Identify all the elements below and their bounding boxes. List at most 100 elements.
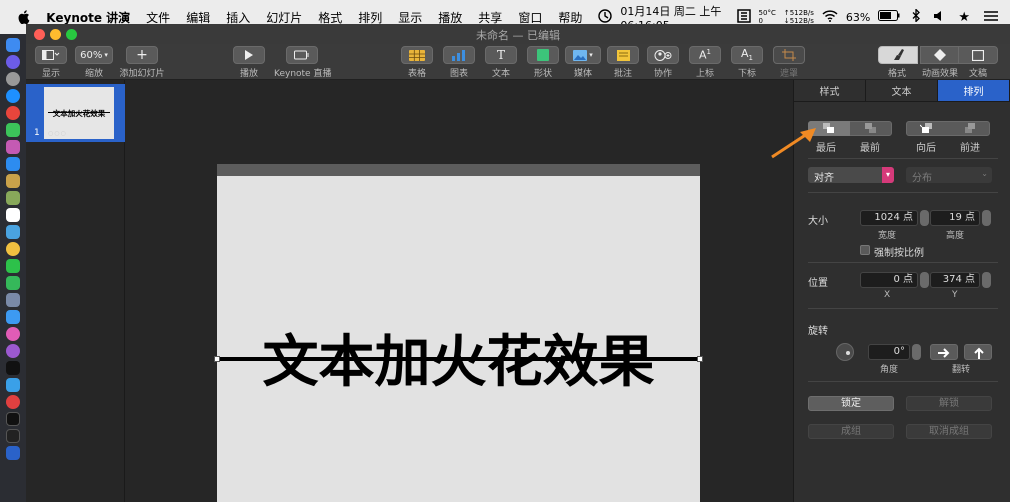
- view-control[interactable]: 显示: [34, 46, 68, 79]
- angle-field[interactable]: 0°: [868, 344, 910, 360]
- slide[interactable]: 文本加火花效果: [214, 176, 703, 502]
- collaborate-icon[interactable]: [647, 46, 679, 64]
- animate-control[interactable]: 动画效果: [918, 46, 962, 79]
- animate-icon[interactable]: [920, 46, 960, 64]
- star-icon[interactable]: ★: [958, 10, 970, 25]
- chart-icon[interactable]: [443, 46, 475, 64]
- battery-percent[interactable]: 63%: [846, 11, 870, 24]
- network-speed[interactable]: ↑512B/s ↓512B/s: [784, 9, 814, 25]
- menu-edit[interactable]: 编辑: [186, 9, 210, 26]
- selection-handle-left[interactable]: [214, 356, 220, 362]
- table-icon[interactable]: [401, 46, 433, 64]
- flip-horizontal-button[interactable]: [930, 344, 958, 360]
- notes-icon[interactable]: [6, 174, 20, 188]
- flip-vertical-button[interactable]: [964, 344, 992, 360]
- ungroup-button[interactable]: 取消成组: [906, 424, 992, 439]
- itunes-icon[interactable]: [6, 327, 20, 341]
- paintbrush-icon[interactable]: [878, 46, 918, 64]
- lock-button[interactable]: 锁定: [808, 396, 894, 411]
- menu-format[interactable]: 格式: [318, 9, 342, 26]
- podcast-icon[interactable]: [6, 344, 20, 358]
- bring-forward-button[interactable]: [949, 121, 990, 136]
- height-stepper[interactable]: [982, 210, 991, 226]
- unlock-button[interactable]: 解锁: [906, 396, 992, 411]
- shape-icon[interactable]: [527, 46, 559, 64]
- height-field[interactable]: 19 点: [930, 210, 980, 226]
- tab-style[interactable]: 样式: [794, 80, 866, 101]
- menu-slide[interactable]: 幻灯片: [266, 9, 302, 26]
- finder-icon[interactable]: [6, 38, 20, 52]
- live-control[interactable]: Keynote 直播: [274, 46, 331, 79]
- media-control[interactable]: ▾ 媒体: [564, 46, 602, 79]
- volume-icon[interactable]: [934, 10, 944, 25]
- menu-file[interactable]: 文件: [146, 9, 170, 26]
- menu-help[interactable]: 帮助: [558, 9, 582, 26]
- clock-icon[interactable]: [598, 8, 613, 26]
- width-field[interactable]: 1024 点: [860, 210, 918, 226]
- messages-icon[interactable]: [6, 123, 20, 137]
- temperature-readout[interactable]: 50°C 0: [759, 9, 776, 25]
- plus-icon[interactable]: +: [126, 46, 158, 64]
- menu-window[interactable]: 窗口: [518, 9, 542, 26]
- launchpad-icon[interactable]: [6, 72, 20, 86]
- x-stepper[interactable]: [920, 272, 929, 288]
- battery-icon[interactable]: [878, 10, 900, 24]
- x-field[interactable]: 0 点: [860, 272, 918, 288]
- document-control[interactable]: 文稿: [958, 46, 998, 79]
- menu-app-name[interactable]: Keynote 讲演: [46, 9, 130, 26]
- tab-arrange[interactable]: 排列: [938, 80, 1010, 101]
- play-icon[interactable]: [233, 46, 265, 64]
- zoom-value[interactable]: 60%: [80, 50, 102, 61]
- comment-icon[interactable]: [607, 46, 639, 64]
- vivaldi-icon[interactable]: [6, 395, 20, 409]
- appletv-icon[interactable]: [6, 361, 20, 375]
- menu-share[interactable]: 共享: [478, 9, 502, 26]
- shape-control[interactable]: 形状: [526, 46, 560, 79]
- bluetooth-icon[interactable]: [912, 7, 921, 25]
- add-slide-control[interactable]: + 添加幻灯片: [118, 46, 166, 79]
- chart-control[interactable]: 图表: [442, 46, 476, 79]
- wechat-icon[interactable]: [6, 259, 20, 273]
- collaborate-control[interactable]: 协作: [646, 46, 680, 79]
- siri-icon[interactable]: [6, 55, 20, 69]
- slide-thumbnail-selected[interactable]: 文本加火花效果 1 ○○○: [26, 84, 125, 142]
- menu-arrange[interactable]: 排列: [358, 9, 382, 26]
- align-select[interactable]: 对齐 ▾: [808, 167, 894, 184]
- subscript-icon[interactable]: A1: [731, 46, 763, 64]
- selection-handle-right[interactable]: [697, 356, 703, 362]
- menu-insert[interactable]: 插入: [226, 9, 250, 26]
- calendar-icon[interactable]: [6, 208, 20, 222]
- table-control[interactable]: 表格: [400, 46, 434, 79]
- folder-icon[interactable]: [6, 225, 20, 239]
- zoom-control[interactable]: 60% ▾ 缩放: [74, 46, 114, 79]
- appstore-icon[interactable]: [6, 157, 20, 171]
- send-backward-button[interactable]: [906, 121, 948, 136]
- preview-icon[interactable]: [6, 293, 20, 307]
- apple-icon[interactable]: [16, 10, 32, 24]
- comment-control[interactable]: 批注: [606, 46, 640, 79]
- download-icon[interactable]: [6, 310, 20, 324]
- activity-icon[interactable]: [6, 429, 20, 443]
- mask-control[interactable]: 遮罩: [772, 46, 806, 79]
- chrome-icon[interactable]: [6, 106, 20, 120]
- tab-text[interactable]: 文本: [866, 80, 938, 101]
- document-icon[interactable]: [958, 46, 998, 64]
- format-control[interactable]: 格式: [878, 46, 918, 79]
- vpn-icon[interactable]: [6, 446, 20, 460]
- text-control[interactable]: T 文本: [484, 46, 518, 79]
- y-field[interactable]: 374 点: [930, 272, 980, 288]
- bring-to-front-button[interactable]: [851, 121, 892, 136]
- control-center-icon[interactable]: [984, 10, 998, 25]
- slide-canvas[interactable]: 文本加火花效果: [125, 80, 793, 502]
- wifi-icon[interactable]: [822, 9, 838, 25]
- constrain-checkbox[interactable]: [860, 245, 870, 255]
- strike-line-shape[interactable]: [217, 357, 700, 361]
- maps-icon[interactable]: [6, 191, 20, 205]
- text-icon[interactable]: T: [485, 46, 517, 64]
- menu-view[interactable]: 显示: [398, 9, 422, 26]
- media-icon[interactable]: ▾: [565, 46, 601, 64]
- superscript-icon[interactable]: A1: [689, 46, 721, 64]
- mask-icon[interactable]: [773, 46, 805, 64]
- menu-extra-icon[interactable]: [736, 8, 751, 26]
- live-icon[interactable]: [286, 46, 318, 64]
